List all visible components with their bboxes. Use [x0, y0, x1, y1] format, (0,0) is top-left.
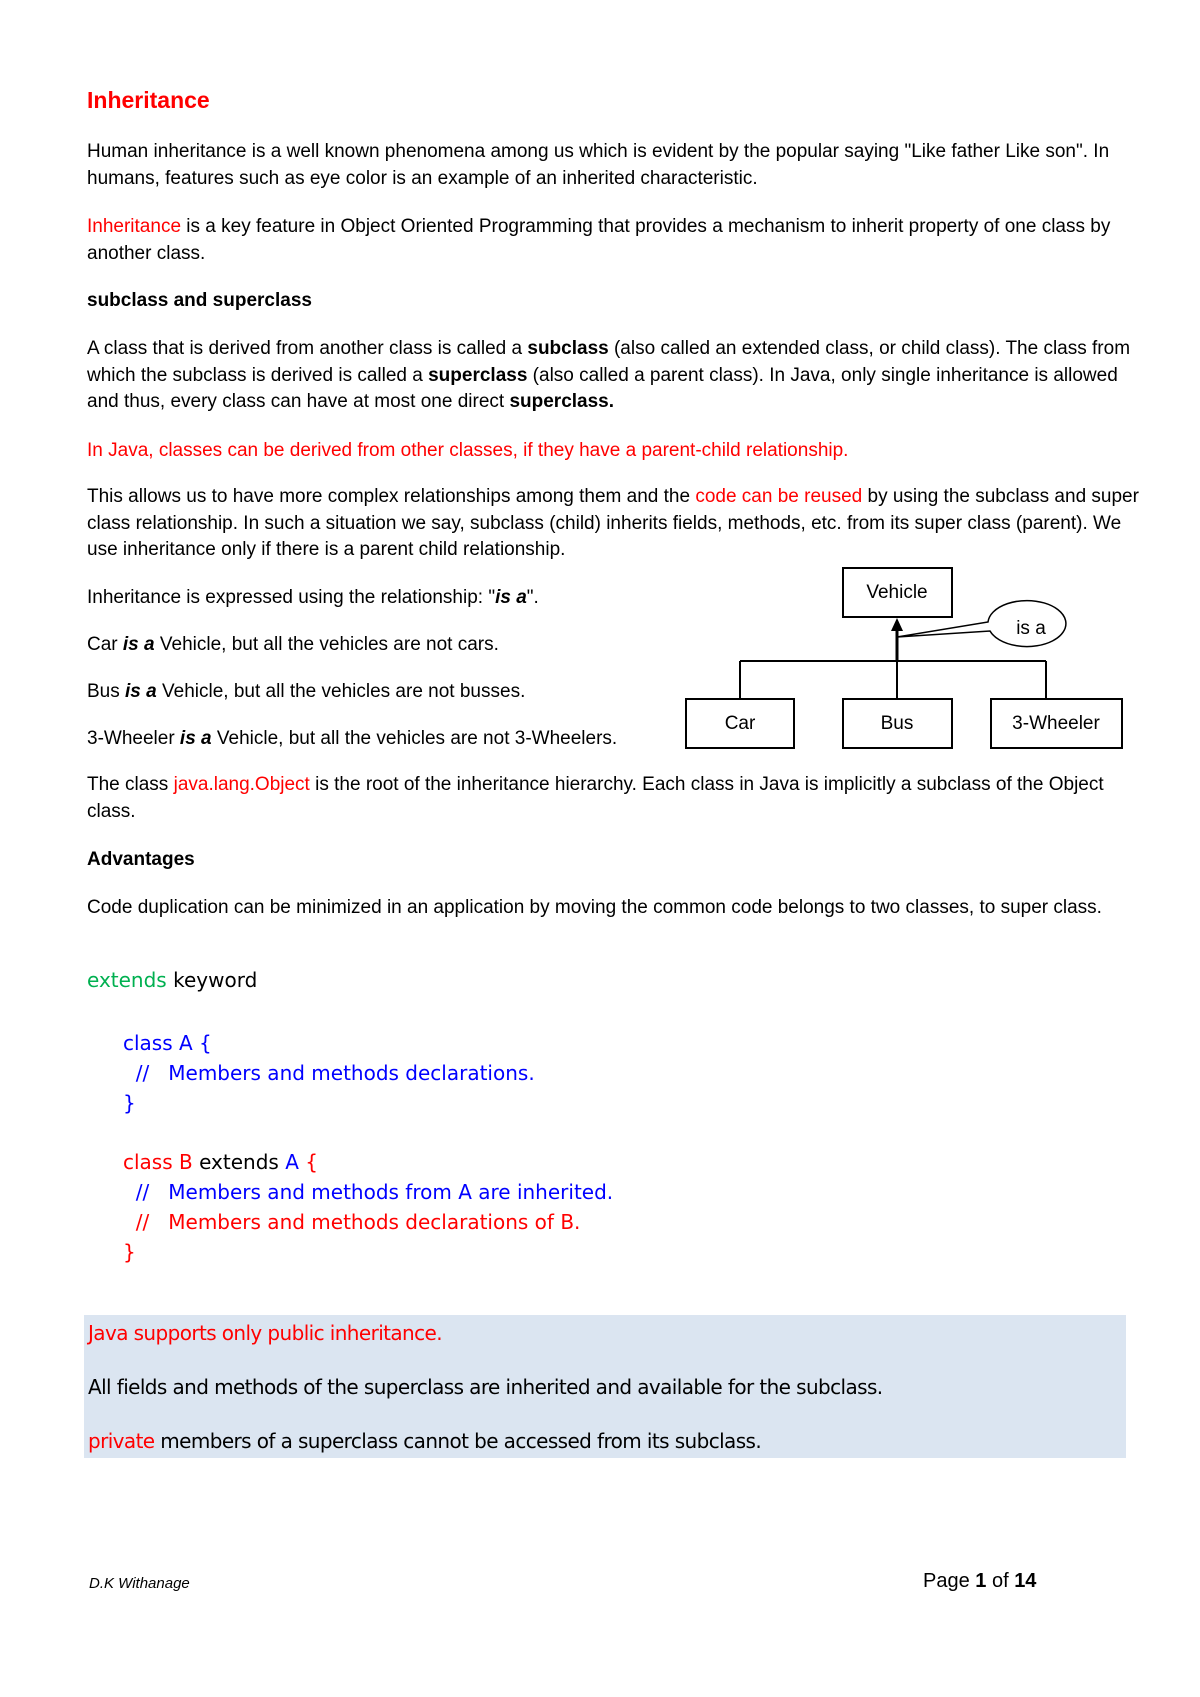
- inheritance-diagram: Vehicle is a Car Bus 3-Wheeler: [685, 567, 1123, 749]
- private-term: private: [88, 1429, 155, 1453]
- code-line-class-a: class A {: [123, 1031, 212, 1055]
- bus-label: Bus: [881, 713, 914, 734]
- callout-box: Java supports only public inheritance. A…: [84, 1315, 1126, 1458]
- code-line-comment-a: // Members and methods declarations.: [123, 1061, 535, 1085]
- callout-public-inheritance: Java supports only public inheritance.: [88, 1321, 443, 1345]
- advantages-heading: Advantages: [87, 849, 195, 870]
- object-root-paragraph: The class java.lang.Object is the root o…: [87, 772, 1107, 825]
- advantages-paragraph: Code duplication can be minimized in an …: [87, 897, 1102, 918]
- page-label: Page: [923, 1570, 976, 1592]
- code-line-comment-b2: // Members and methods declarations of B…: [123, 1210, 581, 1234]
- isa-label: is a: [1016, 618, 1046, 639]
- text: members of a superclass cannot be access…: [154, 1429, 762, 1453]
- callout-fields-inherited: All fields and methods of the superclass…: [88, 1375, 883, 1399]
- 3wheeler-label: 3-Wheeler: [1012, 713, 1100, 734]
- total-pages: 14: [1014, 1570, 1037, 1592]
- code-line-comment-b1: // Members and methods from A are inheri…: [123, 1180, 614, 1204]
- text: The class: [87, 774, 174, 795]
- code-class-b: class B: [123, 1150, 193, 1174]
- current-page: 1: [975, 1570, 987, 1592]
- vehicle-label: Vehicle: [866, 582, 927, 603]
- keyword-label: keyword: [166, 968, 258, 992]
- car-label: Car: [725, 713, 756, 734]
- code-extends: extends: [192, 1150, 286, 1174]
- extends-keyword: extends: [87, 968, 167, 992]
- footer-author: D.K Withanage: [89, 1575, 190, 1592]
- extends-heading: extends keyword: [87, 968, 257, 992]
- page-number: Page 1 of 14: [923, 1570, 1036, 1593]
- code-class-a-ref: A: [285, 1150, 299, 1174]
- code-brace: {: [298, 1150, 318, 1174]
- java-lang-object-term: java.lang.Object: [173, 774, 310, 795]
- code-line-class-b: class B extends A {: [123, 1147, 318, 1177]
- of-label: of: [986, 1570, 1015, 1592]
- arrow-head-icon: [891, 618, 903, 631]
- code-line-close-b: }: [123, 1240, 136, 1264]
- code-line-close-a: }: [123, 1091, 136, 1115]
- callout-private-members: private members of a superclass cannot b…: [88, 1429, 762, 1453]
